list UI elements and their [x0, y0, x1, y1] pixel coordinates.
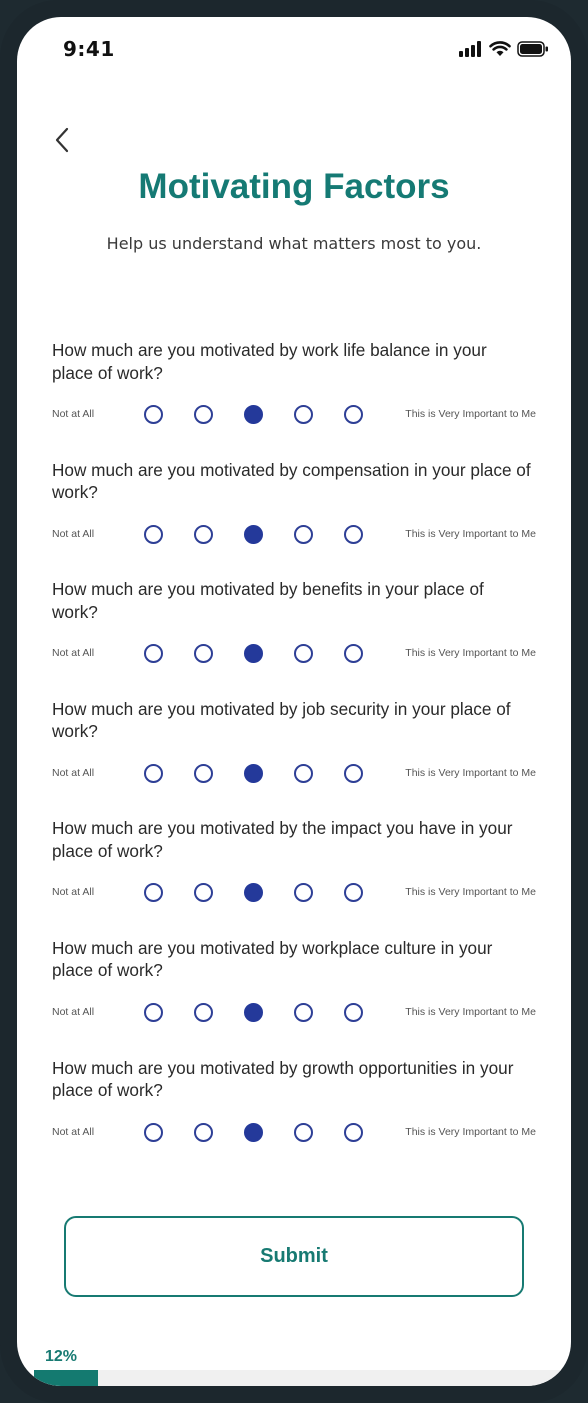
rating-radio-2[interactable]: [194, 524, 213, 544]
rating-radio-4[interactable]: [294, 763, 313, 783]
rating-radio-5[interactable]: [344, 1122, 363, 1142]
rating-radio-1[interactable]: [144, 1002, 163, 1022]
rating-radio-3[interactable]: [244, 883, 263, 903]
question-text: How much are you motivated by job securi…: [52, 698, 511, 742]
phone-frame: 9:41 Motivating Factors Help us understa…: [0, 0, 588, 1403]
back-button[interactable]: [47, 125, 77, 159]
rating-scale: Not at All This is Very Important to Me: [52, 1002, 542, 1024]
question-text: How much are you motivated by the impact…: [52, 818, 513, 861]
rating-scale: Not at All This is Very Important to Me: [52, 882, 542, 904]
rating-radio-3[interactable]: [244, 763, 263, 783]
question-item: How much are you motivated by the impact…: [52, 817, 542, 937]
rating-scale: Not at All This is Very Important to Me: [52, 404, 542, 426]
scale-high-label: This is Very Important to Me: [405, 886, 536, 899]
rating-radio-5[interactable]: [344, 644, 363, 664]
page-subtitle: Help us understand what matters most to …: [106, 234, 482, 253]
question-item: How much are you motivated by compensati…: [52, 459, 542, 579]
battery-icon: [517, 41, 549, 61]
scale-low-label: Not at All: [52, 408, 95, 420]
rating-radio-5[interactable]: [344, 883, 363, 903]
rating-radio-4[interactable]: [294, 644, 313, 664]
rating-radio-3[interactable]: [244, 1002, 263, 1022]
question-text: How much are you motivated by growth opp…: [52, 1057, 514, 1101]
rating-radio-2[interactable]: [194, 1122, 213, 1142]
question-item: How much are you motivated by job securi…: [52, 698, 542, 818]
rating-radio-2[interactable]: [194, 1002, 213, 1022]
question-text: How much are you motivated by work life …: [52, 340, 487, 383]
rating-radio-4[interactable]: [294, 883, 313, 903]
scale-low-label: Not at All: [52, 527, 95, 540]
rating-radio-5[interactable]: [344, 524, 363, 544]
status-time: 9:41: [63, 37, 115, 61]
submit-label: Submit: [260, 1245, 328, 1267]
progress-fill: [34, 1370, 99, 1386]
rating-scale: Not at All This is Very Important to Me: [52, 763, 542, 785]
question-item: How much are you motivated by workplace …: [52, 937, 542, 1057]
rating-scale: Not at All This is Very Important to Me: [52, 524, 542, 546]
rating-radio-4[interactable]: [294, 405, 313, 424]
question-item: How much are you motivated by benefits i…: [52, 578, 542, 698]
scale-high-label: This is Very Important to Me: [405, 1125, 536, 1138]
rating-radio-5[interactable]: [344, 405, 363, 424]
scale-low-label: Not at All: [52, 886, 95, 899]
scale-low-label: Not at All: [52, 766, 95, 779]
rating-radio-2[interactable]: [194, 644, 213, 664]
signal-icon: [459, 41, 483, 61]
question-item: How much are you motivated by growth opp…: [52, 1057, 542, 1177]
status-bar: 9:41: [17, 17, 571, 83]
rating-scale: Not at All This is Very Important to Me: [52, 1122, 542, 1144]
status-icons: [459, 41, 549, 61]
chevron-left-icon: [54, 127, 70, 157]
scale-high-label: This is Very Important to Me: [405, 527, 536, 540]
scale-low-label: Not at All: [52, 647, 95, 660]
rating-radio-1[interactable]: [144, 883, 163, 903]
question-list: How much are you motivated by work life …: [52, 339, 542, 1176]
rating-radio-4[interactable]: [294, 1002, 313, 1022]
rating-radio-3[interactable]: [244, 405, 263, 424]
scale-high-label: This is Very Important to Me: [405, 766, 536, 779]
scale-low-label: Not at All: [52, 1005, 95, 1018]
rating-radio-1[interactable]: [144, 1122, 163, 1142]
scale-high-label: This is Very Important to Me: [405, 1005, 536, 1018]
rating-radio-4[interactable]: [294, 1122, 313, 1142]
submit-button[interactable]: Submit: [64, 1216, 524, 1297]
page-title: Motivating Factors: [138, 167, 450, 206]
progress-bar: [34, 1370, 571, 1386]
scale-high-label: This is Very Important to Me: [405, 647, 536, 660]
scale-high-label: This is Very Important to Me: [405, 408, 536, 420]
rating-radio-1[interactable]: [144, 763, 163, 783]
wifi-icon: [489, 41, 511, 61]
rating-radio-4[interactable]: [294, 524, 313, 544]
rating-radio-3[interactable]: [244, 644, 263, 664]
progress-label: 12%: [45, 1348, 78, 1365]
rating-radio-3[interactable]: [244, 524, 263, 544]
rating-radio-3[interactable]: [244, 1122, 263, 1142]
scale-low-label: Not at All: [52, 1125, 95, 1138]
rating-radio-1[interactable]: [144, 524, 163, 544]
question-item: How much are you motivated by work life …: [52, 339, 542, 459]
rating-radio-1[interactable]: [144, 644, 163, 664]
rating-radio-2[interactable]: [194, 763, 213, 783]
rating-radio-5[interactable]: [344, 1002, 363, 1022]
rating-radio-2[interactable]: [194, 405, 213, 424]
question-text: How much are you motivated by compensati…: [52, 459, 531, 503]
question-text: How much are you motivated by benefits i…: [52, 579, 484, 622]
rating-scale: Not at All This is Very Important to Me: [52, 643, 542, 665]
question-text: How much are you motivated by workplace …: [52, 937, 493, 981]
app-screen: 9:41 Motivating Factors Help us understa…: [17, 17, 571, 1386]
rating-radio-5[interactable]: [344, 763, 363, 783]
rating-radio-1[interactable]: [144, 405, 163, 424]
rating-radio-2[interactable]: [194, 883, 213, 903]
